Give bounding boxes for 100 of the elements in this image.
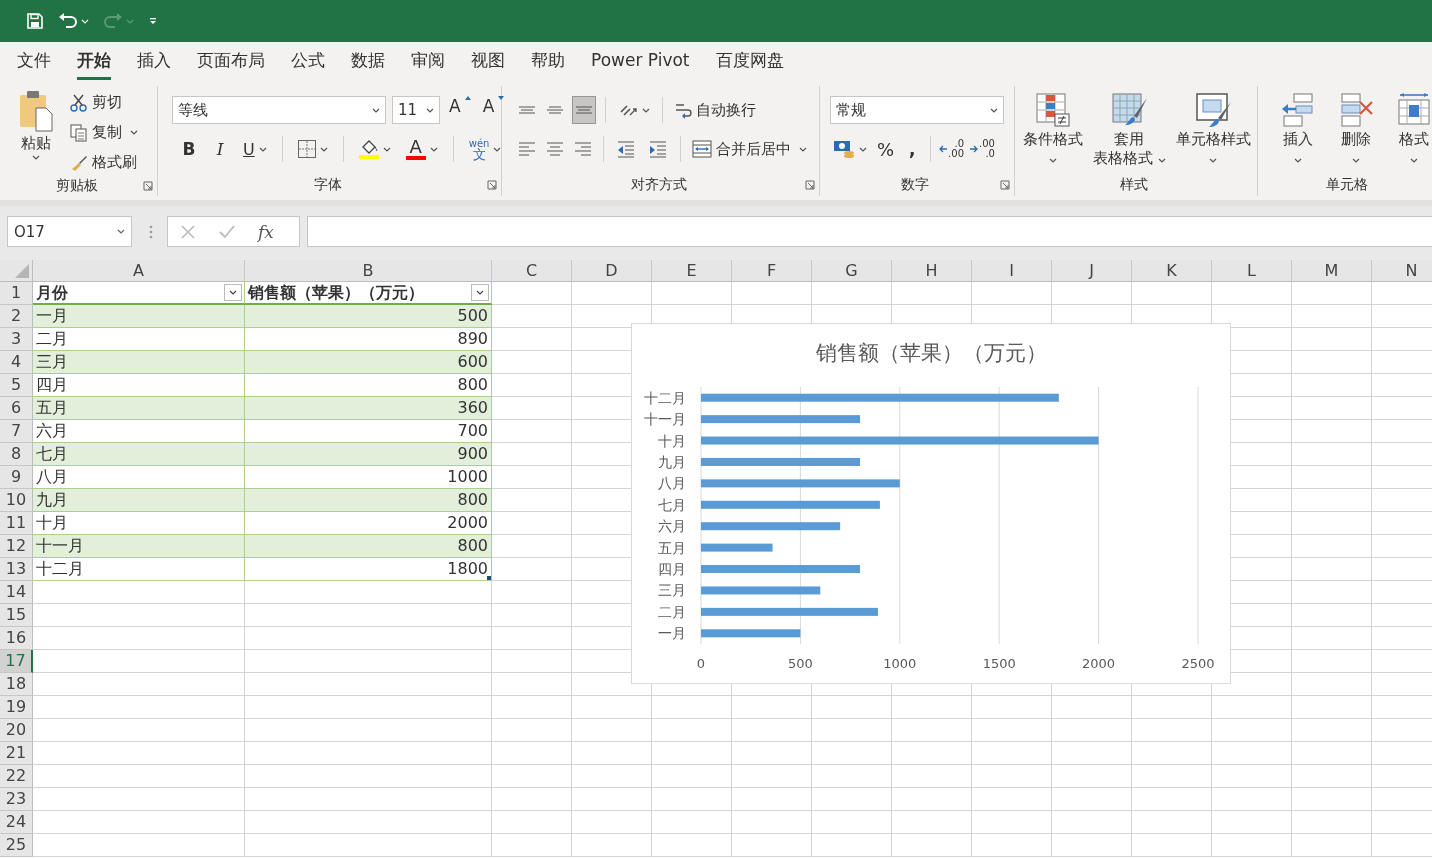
copy-button[interactable]: 复制: [68, 120, 140, 145]
number-format-dropdown[interactable]: 常规: [830, 96, 1004, 124]
column-header[interactable]: F: [732, 260, 812, 282]
row-header[interactable]: 6: [0, 397, 33, 420]
italic-button[interactable]: I: [209, 135, 231, 163]
menu-tab[interactable]: 文件: [17, 42, 51, 80]
paste-button[interactable]: 粘贴: [14, 88, 58, 175]
row-header[interactable]: 4: [0, 351, 33, 374]
cut-button[interactable]: 剪切: [68, 90, 140, 115]
row-header[interactable]: 16: [0, 627, 33, 650]
row-header[interactable]: 17: [0, 650, 33, 673]
delete-button[interactable]: 删除: [1334, 86, 1378, 174]
drag-handle-icon[interactable]: [149, 225, 153, 239]
row-header[interactable]: 23: [0, 788, 33, 811]
decrease-decimal-button[interactable]: .00 .0: [969, 135, 996, 163]
row-header[interactable]: 9: [0, 466, 33, 489]
format-painter-button[interactable]: 格式刷: [68, 150, 140, 175]
menu-tab[interactable]: 百度网盘: [715, 42, 784, 80]
column-header[interactable]: L: [1212, 260, 1292, 282]
row-header[interactable]: 12: [0, 535, 33, 558]
category-label: 八月: [658, 475, 686, 492]
row-header[interactable]: 7: [0, 420, 33, 443]
increase-decimal-button[interactable]: .0 .00: [938, 135, 965, 163]
resize-handle-icon[interactable]: [487, 576, 491, 580]
row-header[interactable]: 19: [0, 696, 33, 719]
formula-input[interactable]: [307, 216, 1432, 247]
column-header[interactable]: E: [652, 260, 732, 282]
row-header[interactable]: 21: [0, 742, 33, 765]
row-header[interactable]: 3: [0, 328, 33, 351]
menu-tab[interactable]: 审阅: [411, 42, 445, 80]
dialog-launcher-icon[interactable]: [143, 180, 153, 191]
menu-tab[interactable]: Power Pivot: [591, 42, 690, 80]
check-icon[interactable]: [218, 223, 236, 240]
filter-dropdown-button[interactable]: [224, 284, 242, 301]
dialog-launcher-icon[interactable]: [487, 180, 497, 190]
bold-button[interactable]: B: [178, 135, 200, 163]
insert-button[interactable]: 插入: [1276, 86, 1320, 174]
row-header[interactable]: 22: [0, 765, 33, 788]
wrap-text-button[interactable]: 自动换行: [672, 97, 758, 123]
grow-font-button[interactable]: A: [446, 96, 474, 124]
format-button[interactable]: 格式: [1392, 86, 1432, 174]
format-as-table-button[interactable]: 套用 表格格式: [1089, 86, 1170, 174]
save-icon[interactable]: [26, 12, 44, 30]
row-header[interactable]: 10: [0, 489, 33, 512]
menu-tab[interactable]: 数据: [351, 42, 385, 80]
column-header[interactable]: H: [892, 260, 972, 282]
row-header[interactable]: 20: [0, 719, 33, 742]
shrink-font-button[interactable]: A: [479, 96, 508, 124]
column-header[interactable]: I: [972, 260, 1052, 282]
cell-styles-button[interactable]: 单元格样式: [1171, 86, 1255, 174]
percent-button[interactable]: %: [874, 135, 898, 163]
insert-function-button[interactable]: fx: [258, 221, 274, 242]
row-header[interactable]: 13: [0, 558, 33, 581]
merge-center-button[interactable]: 合并后居中: [690, 136, 809, 162]
column-header[interactable]: M: [1292, 260, 1372, 282]
menu-tab[interactable]: 公式: [291, 42, 325, 80]
cancel-icon[interactable]: [180, 223, 196, 240]
row-header[interactable]: 25: [0, 834, 33, 857]
font-size-dropdown[interactable]: 11: [392, 96, 440, 124]
menu-tab[interactable]: 视图: [471, 42, 505, 80]
menu-tab[interactable]: 插入: [137, 42, 171, 80]
name-box[interactable]: O17: [7, 216, 132, 247]
column-header[interactable]: J: [1052, 260, 1132, 282]
row-header[interactable]: 8: [0, 443, 33, 466]
row-header[interactable]: 11: [0, 512, 33, 535]
caret-icon: [859, 146, 867, 152]
menu-tab[interactable]: 页面布局: [197, 42, 265, 80]
table-cell: 九月: [33, 489, 245, 512]
column-header[interactable]: C: [492, 260, 572, 282]
row-header[interactable]: 14: [0, 581, 33, 604]
column-header[interactable]: B: [245, 260, 492, 282]
conditional-format-button[interactable]: 条件格式: [1019, 86, 1087, 174]
column-header[interactable]: N: [1372, 260, 1432, 282]
axis-tick-label: 1500: [982, 656, 1016, 671]
customize-icon[interactable]: [148, 16, 158, 26]
bar: [701, 543, 773, 552]
column-header[interactable]: A: [33, 260, 245, 282]
dialog-launcher-icon[interactable]: [1000, 180, 1010, 190]
row-header[interactable]: 1: [0, 282, 33, 305]
row-header[interactable]: 18: [0, 673, 33, 696]
column-header[interactable]: D: [572, 260, 652, 282]
menu-tab[interactable]: 帮助: [531, 42, 565, 80]
undo-icon[interactable]: [58, 12, 78, 30]
phonetic-button[interactable]: wén 文: [465, 135, 505, 163]
caret-icon: [493, 146, 502, 152]
underline-button[interactable]: U: [240, 135, 270, 163]
row-header[interactable]: 24: [0, 811, 33, 834]
bottom-align-button[interactable]: [572, 96, 596, 124]
row-header[interactable]: 5: [0, 374, 33, 397]
select-all-icon[interactable]: [15, 264, 29, 278]
column-header[interactable]: K: [1132, 260, 1212, 282]
row-header[interactable]: 15: [0, 604, 33, 627]
font-name-dropdown[interactable]: 等线: [172, 96, 386, 124]
caret-icon: [1209, 158, 1218, 163]
dialog-launcher-icon[interactable]: [805, 180, 815, 190]
font-color-button[interactable]: A: [402, 135, 441, 163]
comma-style-button[interactable]: ,: [901, 135, 924, 163]
row-header[interactable]: 2: [0, 305, 33, 328]
filter-dropdown-button[interactable]: [471, 284, 489, 301]
column-header[interactable]: G: [812, 260, 892, 282]
